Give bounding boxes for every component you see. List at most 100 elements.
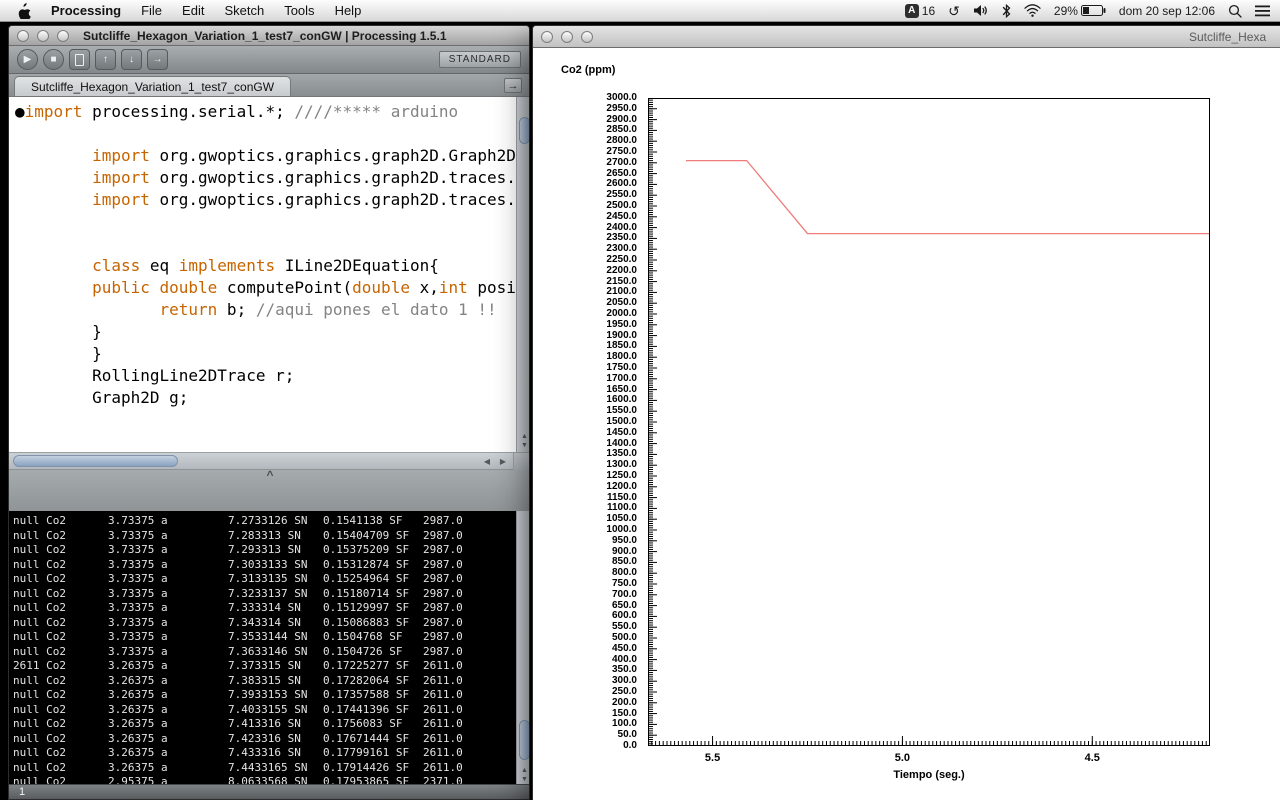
- save-button[interactable]: ↓: [121, 49, 142, 70]
- zoom-button[interactable]: [57, 30, 69, 42]
- sketch-window: Sutcliffe_Hexa Co2 (ppm) 0.050.0100.0150…: [532, 25, 1280, 800]
- y-tick-label: 950.0: [612, 536, 637, 546]
- x-tick-label: 4.5: [1080, 752, 1104, 764]
- y-tick-label: 2500.0: [606, 201, 637, 211]
- volume-icon[interactable]: [973, 4, 989, 17]
- y-tick-label: 2850.0: [606, 125, 637, 135]
- y-tick-label: 1850.0: [606, 341, 637, 351]
- open-button[interactable]: ↑: [95, 49, 116, 70]
- tab-menu-arrow-icon: →: [508, 80, 519, 92]
- editor-vscroll-thumb[interactable]: [519, 117, 530, 144]
- battery-percent: 29%: [1054, 4, 1078, 18]
- code-line: }: [15, 321, 516, 343]
- menubar: ProcessingFileEditSketchToolsHelp A 16 ↺…: [0, 0, 1280, 22]
- y-tick-label: 1700.0: [606, 374, 637, 384]
- menu-file[interactable]: File: [131, 0, 172, 21]
- y-tick-label: 250.0: [612, 687, 637, 697]
- menu-edit[interactable]: Edit: [172, 0, 214, 21]
- stop-icon: ■: [50, 55, 56, 65]
- menu-help[interactable]: Help: [325, 0, 372, 21]
- close-button[interactable]: [17, 30, 29, 42]
- menu-sketch[interactable]: Sketch: [214, 0, 274, 21]
- sketch-titlebar[interactable]: Sutcliffe_Hexa: [533, 26, 1280, 48]
- editor-vscroll-arrows[interactable]: ▲ ▼: [517, 432, 530, 450]
- wifi-icon[interactable]: [1024, 4, 1041, 17]
- tab-menu-button[interactable]: →: [504, 78, 522, 93]
- export-button[interactable]: →: [147, 49, 168, 70]
- menubar-clock[interactable]: dom 20 sep 12:06: [1119, 4, 1215, 18]
- code-area[interactable]: ●import processing.serial.*; ////***** a…: [15, 101, 516, 448]
- y-tick-label: 2400.0: [606, 223, 637, 233]
- console-row: null Co23.26375 a7.423316 SN0.17671444 S…: [13, 732, 515, 747]
- editor-vscrollbar[interactable]: ▲ ▼: [516, 97, 530, 452]
- close-button[interactable]: [541, 31, 553, 43]
- input-source-indicator[interactable]: A 16: [905, 4, 935, 18]
- menubar-status: A 16 ↺ 29% dom 20 sep 12:06: [905, 4, 1280, 18]
- y-tick-label: 150.0: [612, 709, 637, 719]
- y-tick-label: 2700.0: [606, 158, 637, 168]
- console-row: null Co23.26375 a7.4033155 SN0.17441396 …: [13, 703, 515, 718]
- menu-processing[interactable]: Processing: [41, 0, 131, 21]
- console-vscrollbar[interactable]: ▲ ▼: [516, 511, 530, 786]
- ide-tabbar: Sutcliffe_Hexagon_Variation_1_test7_conG…: [9, 74, 529, 97]
- y-tick-label: 2000.0: [606, 309, 637, 319]
- zoom-button[interactable]: [581, 31, 593, 43]
- scroll-up-icon[interactable]: ▲: [521, 432, 528, 441]
- y-tick-label: 1300.0: [606, 460, 637, 470]
- code-editor[interactable]: ●import processing.serial.*; ////***** a…: [9, 97, 530, 452]
- y-tick-label: 1350.0: [606, 449, 637, 459]
- y-tick-label: 1050.0: [606, 514, 637, 524]
- scroll-down-icon[interactable]: ▼: [521, 775, 528, 784]
- code-line: [15, 233, 516, 255]
- code-line: public double computePoint(double x,int …: [15, 277, 516, 299]
- y-tick-label: 1600.0: [606, 395, 637, 405]
- y-axis-labels: 0.050.0100.0150.0200.0250.0300.0350.0400…: [533, 48, 642, 768]
- code-line: return b; //aqui pones el dato 1 !!: [15, 299, 516, 321]
- editor-hscroll-thumb[interactable]: [13, 455, 178, 467]
- sync-icon[interactable]: ↺: [948, 4, 960, 18]
- input-source-icon: A: [905, 4, 919, 18]
- menu-tools[interactable]: Tools: [274, 0, 324, 21]
- scroll-up-icon[interactable]: ▲: [521, 766, 528, 775]
- ide-titlebar[interactable]: Sutcliffe_Hexagon_Variation_1_test7_conG…: [9, 26, 529, 46]
- scroll-right-icon[interactable]: ▶: [495, 454, 511, 469]
- console[interactable]: null Co23.73375 a7.2733126 SN0.1541138 S…: [9, 511, 530, 786]
- console-row: null Co23.73375 a7.3033133 SN0.15312874 …: [13, 558, 515, 573]
- y-tick-label: 600.0: [612, 611, 637, 621]
- y-tick-label: 1250.0: [606, 471, 637, 481]
- scroll-down-icon[interactable]: ▼: [521, 441, 528, 450]
- console-vscroll-arrows[interactable]: ▲ ▼: [517, 766, 530, 784]
- open-icon: ↑: [103, 55, 108, 65]
- export-icon: →: [153, 55, 163, 65]
- y-tick-label: 350.0: [612, 665, 637, 675]
- y-tick-label: 2900.0: [606, 115, 637, 125]
- menu-list-icon[interactable]: [1255, 5, 1270, 17]
- run-button[interactable]: ▶: [17, 49, 38, 70]
- ide-window-title: Sutcliffe_Hexagon_Variation_1_test7_conG…: [83, 29, 447, 43]
- mode-standard-button[interactable]: STANDARD: [439, 51, 521, 68]
- y-tick-label: 1500.0: [606, 417, 637, 427]
- sketch-tab[interactable]: Sutcliffe_Hexagon_Variation_1_test7_conG…: [14, 76, 291, 96]
- code-line: [15, 123, 516, 145]
- new-button[interactable]: [69, 49, 90, 70]
- y-tick-label: 500.0: [612, 633, 637, 643]
- stop-button[interactable]: ■: [43, 49, 64, 70]
- minimize-button[interactable]: [37, 30, 49, 42]
- console-vscroll-thumb[interactable]: [519, 720, 530, 760]
- y-tick-label: 1200.0: [606, 482, 637, 492]
- y-tick-label: 700.0: [612, 590, 637, 600]
- y-tick-label: 2350.0: [606, 233, 637, 243]
- y-tick-label: 1650.0: [606, 385, 637, 395]
- y-tick-label: 2650.0: [606, 169, 637, 179]
- console-row: null Co23.73375 a7.3633146 SN0.1504726 S…: [13, 645, 515, 660]
- bluetooth-icon[interactable]: [1002, 4, 1011, 18]
- apple-menu-icon[interactable]: [8, 0, 41, 21]
- scroll-left-icon[interactable]: ◀: [479, 454, 495, 469]
- code-line: import org.gwoptics.graphics.graph2D.tra…: [15, 189, 516, 211]
- y-tick-label: 200.0: [612, 698, 637, 708]
- line-number: 1: [19, 786, 25, 798]
- battery-indicator[interactable]: 29%: [1054, 4, 1106, 18]
- minimize-button[interactable]: [561, 31, 573, 43]
- spotlight-icon[interactable]: [1228, 4, 1242, 18]
- collapse-console-button[interactable]: ^: [266, 468, 273, 482]
